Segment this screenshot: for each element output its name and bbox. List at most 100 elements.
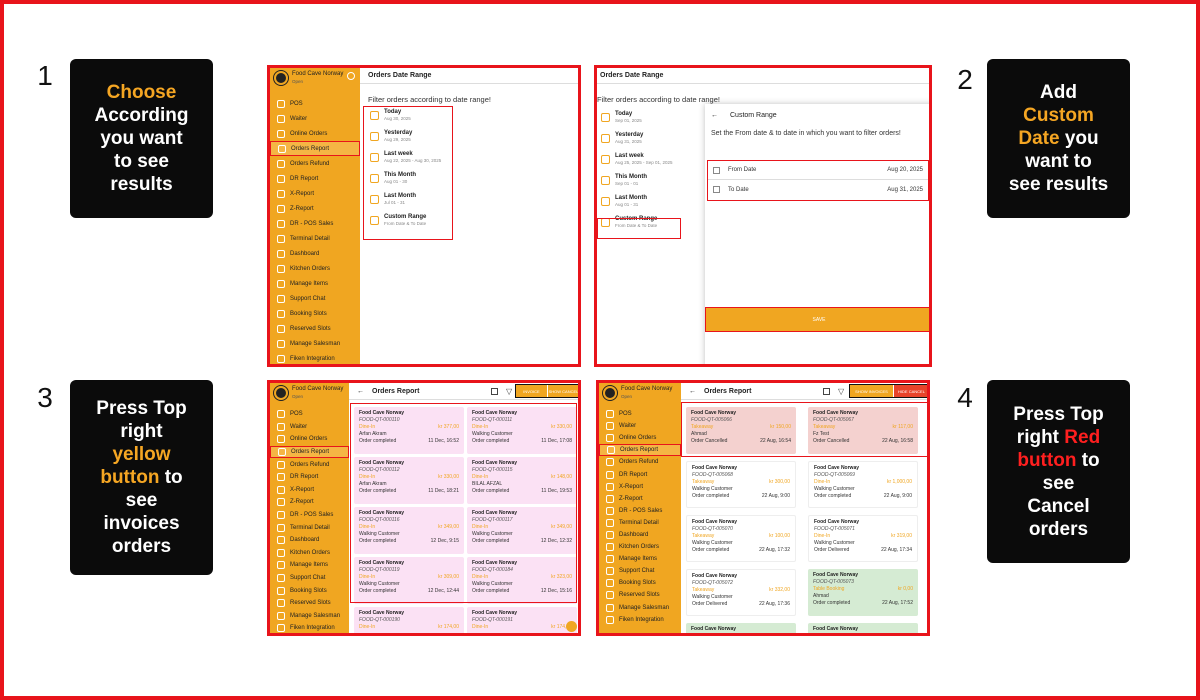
sidebar-item-fiken-integration[interactable]: Fiken Integration: [599, 614, 681, 626]
order-card[interactable]: Food Cave Norway FOOD-QT-000191 Dine-In kr …: [467, 607, 577, 633]
sidebar-item-support-chat[interactable]: Support Chat: [599, 565, 681, 577]
sidebar-item-online-orders[interactable]: Online Orders: [599, 432, 681, 444]
sidebar-item-waiter[interactable]: Waiter: [270, 111, 360, 126]
sidebar-item-dr-pos-sales[interactable]: DR - POS Sales: [270, 509, 349, 522]
sidebar-item-label: Waiter: [290, 423, 308, 430]
page-header: Orders Date Range: [360, 68, 578, 84]
step-text: Press Top: [96, 398, 187, 419]
sidebar-item-waiter[interactable]: Waiter: [270, 421, 349, 434]
date-range-option[interactable]: Last Month Aug 01 - 31: [597, 192, 707, 213]
date-range-option[interactable]: Last week Aug 25, 2025 - Sep 01, 2025: [597, 150, 707, 171]
order-date: 22 Aug, 17:32: [759, 547, 790, 553]
sidebar-item-support-chat[interactable]: Support Chat: [270, 572, 349, 585]
date-range-option[interactable]: Today Sep 01, 2025: [597, 108, 707, 129]
calendar-icon[interactable]: [491, 388, 498, 395]
menu-icon: [277, 498, 285, 507]
invoice-button[interactable]: INVOICE: [516, 385, 547, 397]
sidebar-item-label: X-Report: [290, 486, 315, 493]
sidebar-item-z-report[interactable]: Z-Report: [270, 201, 360, 216]
sidebar-item-label: Manage Items: [619, 556, 658, 563]
sidebar-item-dr-pos-sales[interactable]: DR - POS Sales: [599, 505, 681, 517]
sidebar-item-dr-report[interactable]: DR Report: [270, 171, 360, 186]
order-card[interactable]: Food Cave Norway FOOD-QT-005070 Takeaway kr…: [686, 515, 796, 562]
sidebar-item-terminal-detail[interactable]: Terminal Detail: [270, 521, 349, 534]
sidebar-item-orders-report[interactable]: Orders Report: [270, 141, 360, 156]
sidebar-item-manage-salesman[interactable]: Manage Salesman: [599, 602, 681, 614]
sidebar-item-orders-refund[interactable]: Orders Refund: [270, 156, 360, 171]
from-date-field[interactable]: From Date Aug 20, 2025: [708, 161, 928, 180]
sidebar-item-support-chat[interactable]: Support Chat: [270, 291, 360, 306]
sidebar-item-dr-report[interactable]: DR Report: [599, 468, 681, 480]
order-card[interactable]: Food Cave Norway: [808, 623, 918, 633]
sidebar-item-manage-salesman[interactable]: Manage Salesman: [270, 610, 349, 623]
sidebar-item-waiter[interactable]: Waiter: [599, 420, 681, 432]
sidebar-item-x-report[interactable]: X-Report: [599, 481, 681, 493]
sidebar-item-booking-slots[interactable]: Booking Slots: [599, 577, 681, 589]
back-arrow-icon[interactable]: ←: [711, 112, 718, 119]
back-arrow-icon[interactable]: ←: [357, 388, 364, 395]
range-sub: Aug 31, 2025: [615, 139, 642, 144]
sidebar-item-booking-slots[interactable]: Booking Slots: [270, 306, 360, 321]
sidebar-item-online-orders[interactable]: Online Orders: [270, 126, 360, 141]
sidebar-item-pos[interactable]: POS: [270, 96, 360, 111]
to-date-field[interactable]: To Date Aug 31, 2025: [708, 180, 928, 199]
sidebar-item-booking-slots[interactable]: Booking Slots: [270, 584, 349, 597]
order-card[interactable]: Food Cave Norway FOOD-QT-000190 Dine-In kr …: [354, 607, 464, 633]
order-type: Dine-In: [359, 624, 376, 630]
sidebar-item-kitchen-orders[interactable]: Kitchen Orders: [270, 261, 360, 276]
order-card[interactable]: Food Cave Norway FOOD-QT-005072 Takeaway kr…: [686, 569, 796, 616]
filter-icon[interactable]: ▽: [506, 387, 512, 396]
step-text: Cancel: [1027, 495, 1090, 517]
sidebar-item-terminal-detail[interactable]: Terminal Detail: [599, 517, 681, 529]
hide-cancel-button[interactable]: HIDE CANCEL: [894, 385, 927, 397]
sidebar-item-reserved-slots[interactable]: Reserved Slots: [270, 597, 349, 610]
calendar-icon[interactable]: [823, 388, 830, 395]
show-cancel-button[interactable]: SHOW CANCEL: [548, 385, 578, 397]
sidebar-item-x-report[interactable]: X-Report: [270, 186, 360, 201]
sidebar-item-dashboard[interactable]: Dashboard: [599, 529, 681, 541]
sidebar-item-manage-salesman[interactable]: Manage Salesman: [270, 336, 360, 351]
sidebar-item-pos[interactable]: POS: [599, 408, 681, 420]
sidebar-item-reserved-slots[interactable]: Reserved Slots: [270, 321, 360, 336]
custom-range-highlight: [597, 218, 681, 239]
sidebar-item-online-orders[interactable]: Online Orders: [270, 433, 349, 446]
filter-icon[interactable]: ▽: [838, 387, 844, 396]
save-button[interactable]: SAVE: [705, 307, 929, 332]
show-invoices-button[interactable]: SHOW INVOICES: [850, 385, 893, 397]
menu-icon: [277, 460, 285, 469]
sidebar-item-terminal-detail[interactable]: Terminal Detail: [270, 231, 360, 246]
sidebar-item-orders-refund[interactable]: Orders Refund: [599, 456, 681, 468]
sidebar-item-x-report[interactable]: X-Report: [270, 484, 349, 497]
sidebar-item-fiken-integration[interactable]: Fiken Integration: [270, 622, 349, 633]
order-card[interactable]: Food Cave Norway FOOD-QT-005071 Dine-In kr …: [808, 515, 918, 562]
settings-gear-icon[interactable]: [347, 72, 355, 80]
sidebar-item-pos[interactable]: POS: [270, 408, 349, 421]
date-range-option[interactable]: This Month Sep 01 - 01: [597, 171, 707, 192]
sidebar-item-orders-refund[interactable]: Orders Refund: [270, 458, 349, 471]
sidebar-item-dr-pos-sales[interactable]: DR - POS Sales: [270, 216, 360, 231]
order-card[interactable]: Food Cave Norway FOOD-QT-005069 Dine-In kr …: [808, 461, 918, 508]
order-card[interactable]: Food Cave Norway FOOD-QT-005068 Takeaway kr…: [686, 461, 796, 508]
sidebar-item-label: Fiken Integration: [619, 616, 664, 623]
floating-action-button[interactable]: [566, 621, 577, 632]
sidebar-item-fiken-integration[interactable]: Fiken Integration: [270, 351, 360, 364]
date-range-option[interactable]: Yesterday Aug 31, 2025: [597, 129, 707, 150]
order-card[interactable]: Food Cave Norway: [686, 623, 796, 633]
back-arrow-icon[interactable]: ←: [689, 388, 696, 395]
sidebar-item-dashboard[interactable]: Dashboard: [270, 534, 349, 547]
sidebar-item-kitchen-orders[interactable]: Kitchen Orders: [599, 541, 681, 553]
sidebar-item-manage-items[interactable]: Manage Items: [270, 276, 360, 291]
sidebar-item-kitchen-orders[interactable]: Kitchen Orders: [270, 547, 349, 560]
menu-icon: [277, 523, 285, 532]
sidebar-item-manage-items[interactable]: Manage Items: [599, 553, 681, 565]
sidebar-item-manage-items[interactable]: Manage Items: [270, 559, 349, 572]
sidebar-item-z-report[interactable]: Z-Report: [270, 496, 349, 509]
sidebar-item-dashboard[interactable]: Dashboard: [270, 246, 360, 261]
sidebar-item-orders-report[interactable]: Orders Report: [599, 444, 681, 457]
order-card[interactable]: Food Cave Norway FOOD-QT-005073 Table Book…: [808, 569, 918, 616]
sidebar-item-z-report[interactable]: Z-Report: [599, 493, 681, 505]
sidebar-item-orders-report[interactable]: Orders Report: [270, 445, 349, 459]
sidebar-item-reserved-slots[interactable]: Reserved Slots: [599, 589, 681, 601]
sidebar-item-dr-report[interactable]: DR Report: [270, 471, 349, 484]
sidebar-item-label: POS: [290, 411, 303, 418]
